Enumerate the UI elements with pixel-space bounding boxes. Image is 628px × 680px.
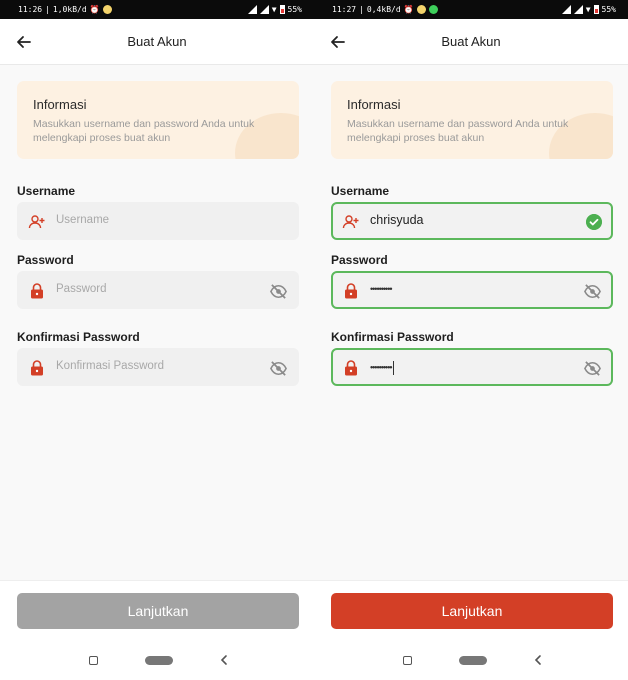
info-title: Informasi [347,97,401,112]
continue-button[interactable]: Lanjutkan [331,593,613,629]
eye-off-icon[interactable] [269,282,288,301]
username-field[interactable]: chrisyuda [331,202,613,240]
recent-apps-icon[interactable] [403,656,412,665]
status-network-speed: 1,0kB/d [52,5,87,14]
nav-back-icon[interactable] [532,654,544,666]
info-title: Informasi [33,97,87,112]
footer: Lanjutkan [0,580,314,640]
status-time: 11:27 [332,5,357,14]
wifi-icon: ▼ [585,5,591,14]
home-pill-icon[interactable] [145,656,173,665]
app-bar: Buat Akun [314,19,628,65]
lock-icon [345,283,357,299]
signal-icon [259,5,269,14]
lock-icon [345,360,357,376]
system-nav-bar [314,640,628,680]
alarm-icon: ⏰ [89,5,100,14]
info-card: Informasi Masukkan username dan password… [17,81,299,159]
username-input[interactable]: chrisyuda [370,213,424,227]
status-bar: 11:27 | 0,4kB/d ⏰ ▼ 55% [314,0,628,19]
wifi-icon: ▼ [271,5,277,14]
status-network-speed: 0,4kB/d [366,5,401,14]
app-bar: Buat Akun [0,19,314,65]
username-input[interactable]: Username [56,214,109,226]
info-text: Masukkan username dan password Anda untu… [33,118,255,144]
notification-icon [102,5,112,14]
page-title: Buat Akun [441,34,501,49]
check-circle-icon [586,214,602,230]
username-label: Username [17,184,76,198]
confirm-password-label: Konfirmasi Password [331,330,454,344]
footer: Lanjutkan [314,580,628,640]
info-card: Informasi Masukkan username dan password… [331,81,613,159]
confirm-password-label: Konfirmasi Password [17,330,140,344]
lock-icon [31,360,43,376]
alarm-icon: ⏰ [403,5,414,14]
confirm-password-input[interactable]: •••••••••• [370,361,394,375]
add-user-icon [28,215,45,229]
system-nav-bar [0,640,314,680]
password-label: Password [331,253,388,267]
lock-icon [31,283,43,299]
screen-empty-form: 11:26 | 1,0kB/d ⏰ ▼ 55% Buat Akun Inform… [0,0,314,680]
info-text: Masukkan username dan password Anda untu… [347,118,569,144]
battery-icon [593,5,599,14]
screen-filled-form: 11:27 | 0,4kB/d ⏰ ▼ 55% Buat Akun Inform… [314,0,628,680]
confirm-password-field[interactable]: •••••••••• [331,348,613,386]
page-title: Buat Akun [127,34,187,49]
battery-level: 55% [601,5,616,14]
back-arrow-icon[interactable] [328,32,348,52]
battery-level: 55% [287,5,302,14]
eye-off-icon[interactable] [583,282,602,301]
password-input[interactable]: Password [56,283,107,295]
signal-icon [561,5,571,14]
continue-button[interactable]: Lanjutkan [17,593,299,629]
recent-apps-icon[interactable] [89,656,98,665]
add-user-icon [342,215,359,229]
confirm-password-field[interactable]: Konfirmasi Password [17,348,299,386]
text-cursor [392,361,394,375]
username-label: Username [331,184,390,198]
nav-back-icon[interactable] [218,654,230,666]
password-input[interactable]: •••••••••• [370,284,392,294]
battery-icon [279,5,285,14]
status-bar: 11:26 | 1,0kB/d ⏰ ▼ 55% [0,0,314,19]
eye-off-icon[interactable] [583,359,602,378]
username-field[interactable]: Username [17,202,299,240]
confirm-password-value: •••••••••• [370,362,392,373]
status-time: 11:26 [18,5,43,14]
password-label: Password [17,253,74,267]
password-field[interactable]: •••••••••• [331,271,613,309]
password-field[interactable]: Password [17,271,299,309]
signal-icon [573,5,583,14]
signal-icon [247,5,257,14]
eye-off-icon[interactable] [269,359,288,378]
notification-icon [428,5,438,14]
home-pill-icon[interactable] [459,656,487,665]
confirm-password-input[interactable]: Konfirmasi Password [56,360,164,372]
notification-icon [416,5,426,14]
back-arrow-icon[interactable] [14,32,34,52]
